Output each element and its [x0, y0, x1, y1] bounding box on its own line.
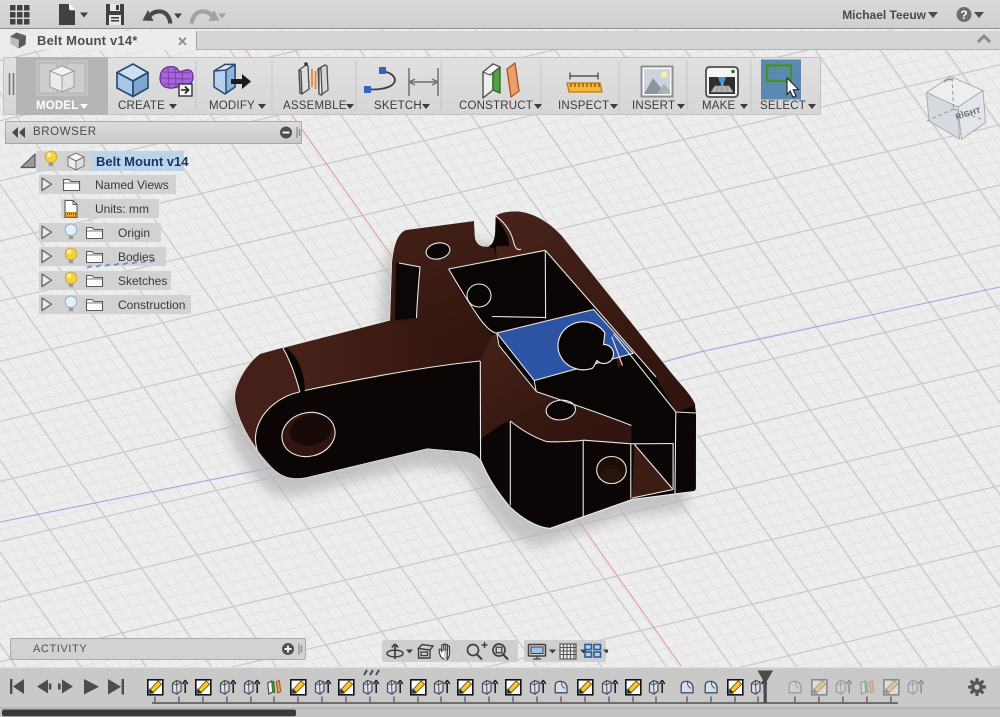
- svg-text:?: ?: [960, 8, 967, 22]
